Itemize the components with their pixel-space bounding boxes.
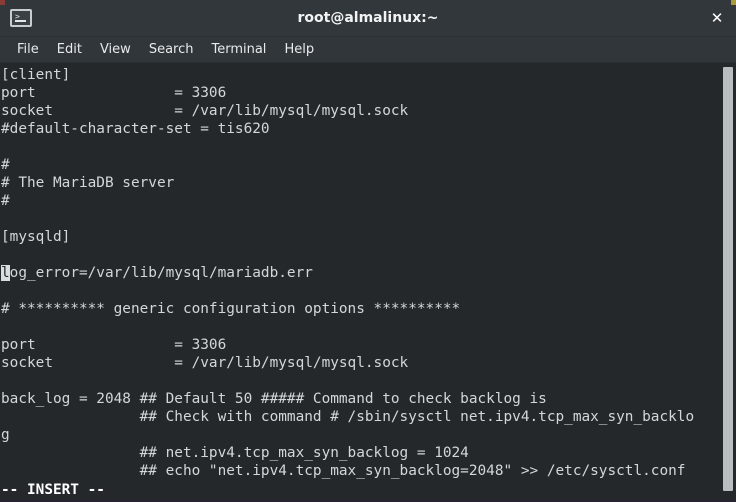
menu-item-terminal[interactable]: Terminal (202, 40, 275, 59)
text-cursor: l (1, 265, 10, 281)
menu-item-file[interactable]: File (8, 40, 48, 59)
vertical-scrollbar-thumb[interactable] (723, 67, 733, 491)
menu-item-search[interactable]: Search (140, 40, 203, 59)
vim-status-line: -- INSERT -- (1, 482, 105, 498)
terminal-line: ## net.ipv4.tcp_max_syn_backlog = 1024 (1, 445, 469, 461)
terminal-text-buffer[interactable]: [client] port = 3306 socket = /var/lib/mys… (0, 63, 720, 502)
menu-bar: File Edit View Search Terminal Help (0, 37, 736, 63)
terminal-line: back_log = 2048 ## Default 50 ##### Comm… (1, 391, 547, 407)
title-bar: >_ root@almalinux:~ ✕ (0, 0, 736, 37)
terminal-line: # The MariaDB server (1, 175, 175, 191)
menu-item-view[interactable]: View (91, 40, 140, 59)
terminal-line: port = 3306 (1, 337, 227, 353)
terminal-window: >_ root@almalinux:~ ✕ File Edit View Sea… (0, 0, 736, 502)
vertical-scrollbar-track[interactable] (720, 63, 736, 502)
terminal-line: ## Check with command # /sbin/sysctl net… (1, 409, 695, 425)
terminal-line: log_error=/var/lib/mysql/mariadb.err (1, 265, 313, 281)
terminal-line: # ********** generic configuration optio… (1, 301, 461, 317)
terminal-line: ## echo "net.ipv4.tcp_max_syn_backlog=20… (1, 463, 686, 479)
menu-item-edit[interactable]: Edit (48, 40, 91, 59)
terminal-line: [client] (1, 67, 71, 83)
terminal-line: #default-character-set = tis620 (1, 121, 270, 137)
terminal-line: port = 3306 (1, 85, 227, 101)
close-icon[interactable]: ✕ (706, 8, 728, 28)
icon-underline (15, 20, 26, 22)
terminal-line: g (1, 427, 10, 443)
terminal-icon: >_ (10, 9, 32, 27)
terminal-line: [mysqld] (1, 229, 71, 245)
menu-item-help[interactable]: Help (275, 40, 323, 59)
window-title: root@almalinux:~ (297, 10, 439, 26)
terminal-line: # (1, 157, 10, 173)
terminal-line: # (1, 193, 10, 209)
terminal-line: socket = /var/lib/mysql/mysql.sock (1, 103, 409, 119)
terminal-viewport[interactable]: [client] port = 3306 socket = /var/lib/mys… (0, 63, 736, 502)
terminal-line: socket = /var/lib/mysql/mysql.sock (1, 355, 409, 371)
